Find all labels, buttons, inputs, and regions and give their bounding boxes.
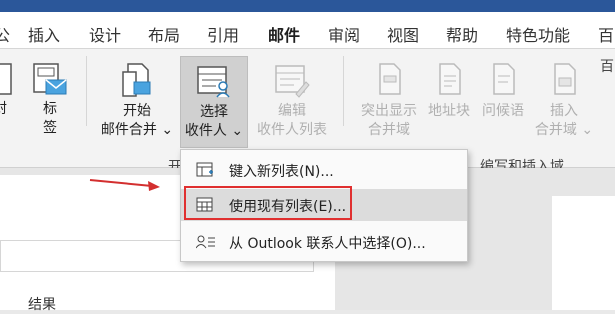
tab-view[interactable]: 视图 <box>387 22 419 46</box>
tab-layout[interactable]: 布局 <box>148 22 180 46</box>
insert-merge-field-label-2: 合并域 ⌄ <box>534 122 594 138</box>
edit-recipient-list-label-2: 收件人列表 <box>257 122 327 138</box>
insert-merge-field-label-1: 插入 <box>550 103 578 119</box>
greeting-line-button[interactable]: 问候语 <box>478 62 528 121</box>
document-mail-icon <box>122 63 151 97</box>
highlight-merge-fields-label-1: 突出显示 <box>361 103 417 119</box>
edit-list-icon <box>275 65 310 98</box>
highlight-fields-icon <box>379 63 401 95</box>
start-mail-merge-button[interactable]: 开始 邮件合并 ⌄ <box>96 62 178 140</box>
new-list-icon <box>196 162 213 177</box>
insert-merge-field-button[interactable]: 插入 合并域 ⌄ <box>532 62 596 140</box>
highlight-box <box>184 186 352 220</box>
document-page-right[interactable] <box>552 196 615 310</box>
tab-references[interactable]: 引用 <box>207 22 239 46</box>
tab-special-features[interactable]: 特色功能 <box>506 22 570 46</box>
result-label: 结果 <box>28 297 56 313</box>
ribbon-clipped-item: 百 <box>600 59 614 75</box>
menu-item-label: 键入新列表(N)... <box>229 164 334 180</box>
greeting-line-label: 问候语 <box>482 103 524 119</box>
select-recipients-icon <box>197 66 230 98</box>
insert-field-icon <box>554 63 576 95</box>
address-block-icon <box>439 63 461 95</box>
labels-icon <box>33 63 67 95</box>
tab-help[interactable]: 帮助 <box>446 22 478 46</box>
highlight-merge-fields-label-2: 合并域 <box>368 122 410 138</box>
envelopes-button[interactable]: 封 <box>0 62 14 119</box>
greeting-line-icon <box>493 63 515 95</box>
select-recipients-button[interactable]: 选择 收件人 ⌄ <box>180 56 248 148</box>
labels-label-1: 标 <box>43 101 57 117</box>
envelopes-label: 封 <box>0 101 7 117</box>
envelope-icon <box>0 63 12 95</box>
start-mail-merge-label-2: 邮件合并 ⌄ <box>100 122 174 138</box>
tab-baidu[interactable]: 百 <box>598 22 614 46</box>
labels-label-2: 签 <box>43 120 57 136</box>
start-mail-merge-label-1: 开始 <box>123 103 151 119</box>
tab-insert[interactable]: 插入 <box>28 22 60 46</box>
select-recipients-label-2: 收件人 ⌄ <box>184 123 244 139</box>
menu-item-label: 从 Outlook 联系人中选择(O)... <box>229 236 426 252</box>
tab-review[interactable]: 审阅 <box>328 22 360 46</box>
labels-button[interactable]: 标 签 <box>30 62 70 138</box>
highlight-merge-fields-button[interactable]: 突出显示 合并域 <box>354 62 424 140</box>
address-block-button[interactable]: 地址块 <box>424 62 474 121</box>
group-separator <box>343 56 344 126</box>
group-separator <box>86 56 87 126</box>
tab-home[interactable]: 公 <box>0 22 10 46</box>
edit-recipient-list-label-1: 编辑 <box>278 103 306 119</box>
annotation-arrow-icon <box>89 179 160 191</box>
title-strip <box>0 0 615 12</box>
contacts-icon <box>196 235 215 249</box>
menu-item-type-new-list[interactable]: 键入新列表(N)... <box>181 154 467 186</box>
address-block-label: 地址块 <box>428 103 470 119</box>
tab-mailings[interactable]: 邮件 <box>268 22 301 58</box>
menu-item-outlook-contacts[interactable]: 从 Outlook 联系人中选择(O)... <box>181 226 467 258</box>
ribbon-tab-bar: 公 插入 设计 布局 引用 邮件 审阅 视图 帮助 特色功能 百 <box>0 0 615 58</box>
edit-recipient-list-button[interactable]: 编辑 收件人列表 <box>252 62 332 140</box>
tab-design[interactable]: 设计 <box>89 22 121 46</box>
select-recipients-label-1: 选择 <box>200 104 228 120</box>
